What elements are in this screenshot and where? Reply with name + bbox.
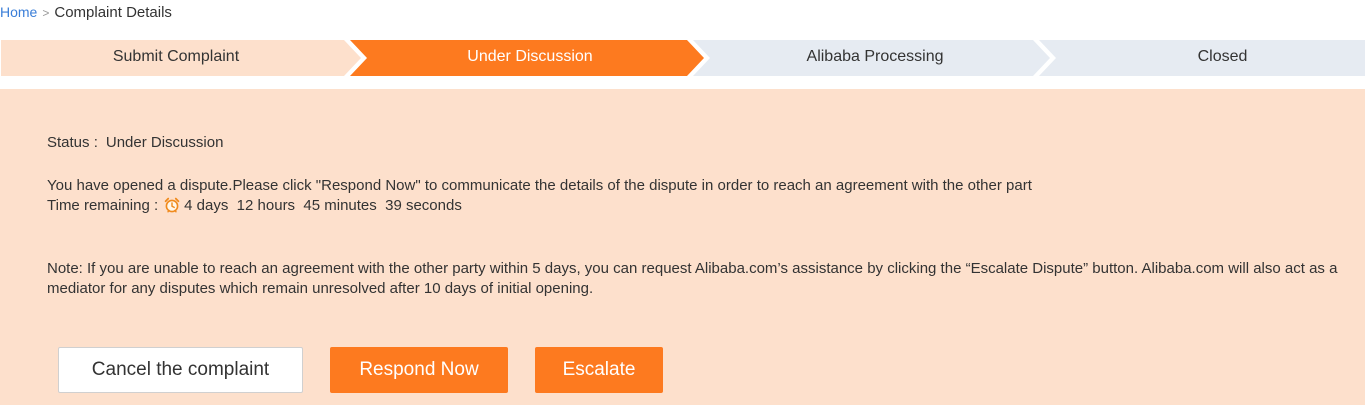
status-label: Status : xyxy=(47,134,98,151)
escalation-note: Note: If you are unable to reach an agre… xyxy=(47,260,1338,297)
step-closed: Closed xyxy=(1197,48,1248,65)
dispute-message: You have opened a dispute.Please click "… xyxy=(47,177,1032,194)
status-value: Under Discussion xyxy=(105,134,224,151)
time-remaining-value: 4 days 12 hours 45 minutes 39 seconds xyxy=(184,197,462,214)
status-line: Status : Under Discussion xyxy=(47,134,223,152)
breadcrumb-current: Complaint Details xyxy=(54,4,172,21)
complaint-status-panel: Status : Under Discussion You have opened… xyxy=(0,89,1365,405)
breadcrumb-home-link[interactable]: Home xyxy=(0,4,37,20)
step-submit-complaint: Submit Complaint xyxy=(112,48,240,65)
step-under-discussion: Under Discussion xyxy=(467,48,593,65)
breadcrumb-separator: > xyxy=(42,6,50,20)
time-remaining-label: Time remaining : xyxy=(47,197,159,214)
respond-now-button[interactable]: Respond Now xyxy=(330,347,508,393)
progress-steps: Submit Complaint Under Discussion Alibab… xyxy=(0,38,1365,78)
alarm-clock-icon xyxy=(164,197,180,213)
cancel-complaint-button[interactable]: Cancel the complaint xyxy=(58,347,303,393)
breadcrumb: Home > Complaint Details xyxy=(0,3,172,21)
step-alibaba-processing: Alibaba Processing xyxy=(806,48,944,65)
escalate-button[interactable]: Escalate xyxy=(535,347,663,393)
time-remaining: Time remaining : 4 days 12 hours 45 minu… xyxy=(47,196,462,216)
